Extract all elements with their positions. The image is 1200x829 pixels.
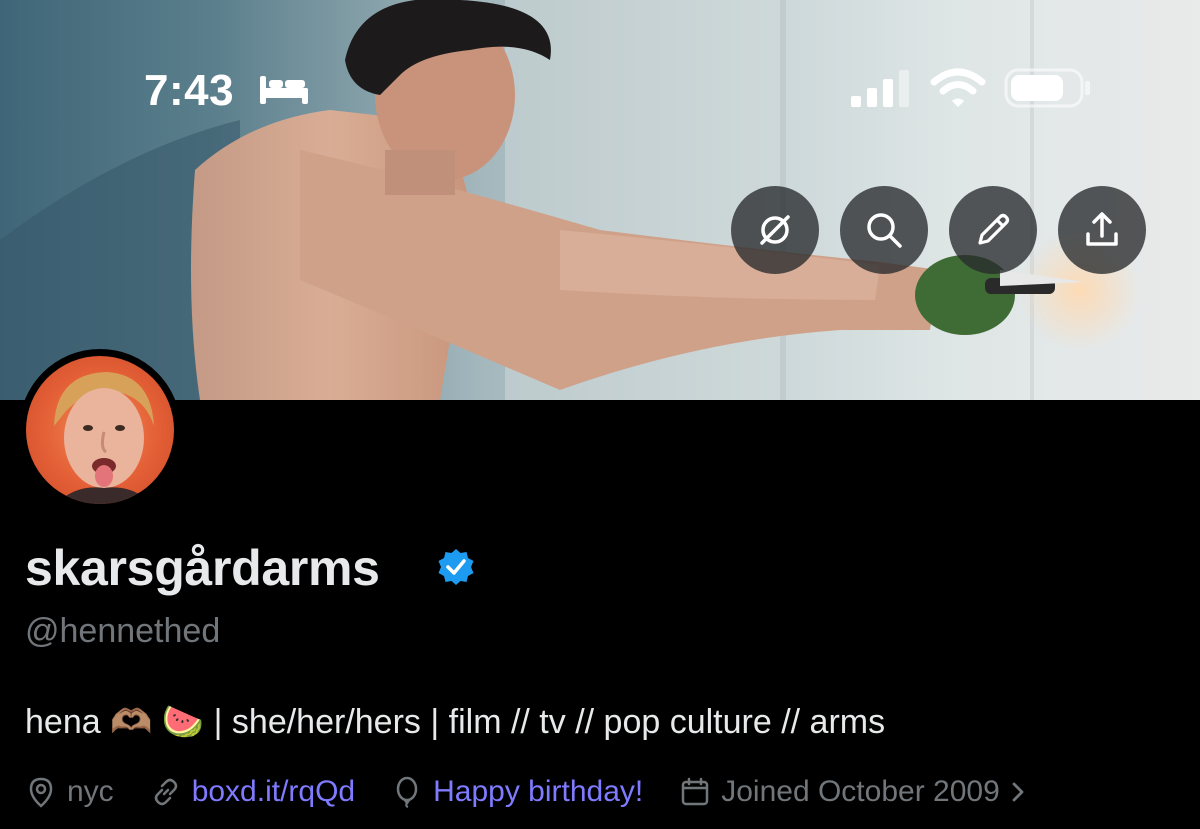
status-time: 7:43 — [144, 66, 235, 115]
chevron-right-icon[interactable] — [1008, 778, 1028, 806]
search-button[interactable] — [840, 186, 928, 274]
wifi-icon — [930, 68, 986, 107]
battery-icon — [1004, 68, 1090, 108]
grok-button[interactable] — [731, 186, 819, 274]
website-text[interactable]: boxd.it/rqQd — [192, 775, 355, 809]
website-link[interactable]: boxd.it/rqQd — [150, 775, 355, 809]
grok-icon — [760, 215, 790, 245]
birthday-text[interactable]: Happy birthday! — [433, 775, 643, 809]
bio-text: hena 🫶🏽 🍉 | she/her/hers | film // tv //… — [25, 703, 886, 741]
join-date: Joined October 2009 — [679, 775, 1000, 809]
search-icon — [867, 213, 902, 248]
edit-icon — [978, 213, 1010, 245]
bed-icon — [260, 76, 308, 104]
join-date-text: Joined October 2009 — [721, 775, 1000, 808]
balloon-icon — [396, 776, 418, 808]
edit-button[interactable] — [949, 186, 1037, 274]
cellular-signal-icon — [851, 70, 909, 107]
avatar-image — [26, 356, 174, 504]
profile-banner[interactable]: 7:43 — [0, 0, 1200, 400]
user-handle: @hennethed — [25, 612, 221, 650]
display-name: skarsgårdarms — [25, 540, 380, 596]
birthday[interactable]: Happy birthday! — [391, 775, 643, 809]
verified-badge-icon — [438, 549, 474, 585]
location-pin-icon — [29, 777, 53, 808]
link-icon — [154, 778, 177, 806]
location: nyc — [25, 775, 114, 809]
calendar-icon — [681, 777, 709, 806]
location-text: nyc — [67, 775, 114, 808]
share-button[interactable] — [1058, 186, 1146, 274]
avatar[interactable] — [19, 349, 181, 511]
share-icon — [1086, 212, 1118, 246]
profile-meta-row: nyc boxd.it/rqQd Happy birthday! Joined … — [25, 770, 1028, 814]
